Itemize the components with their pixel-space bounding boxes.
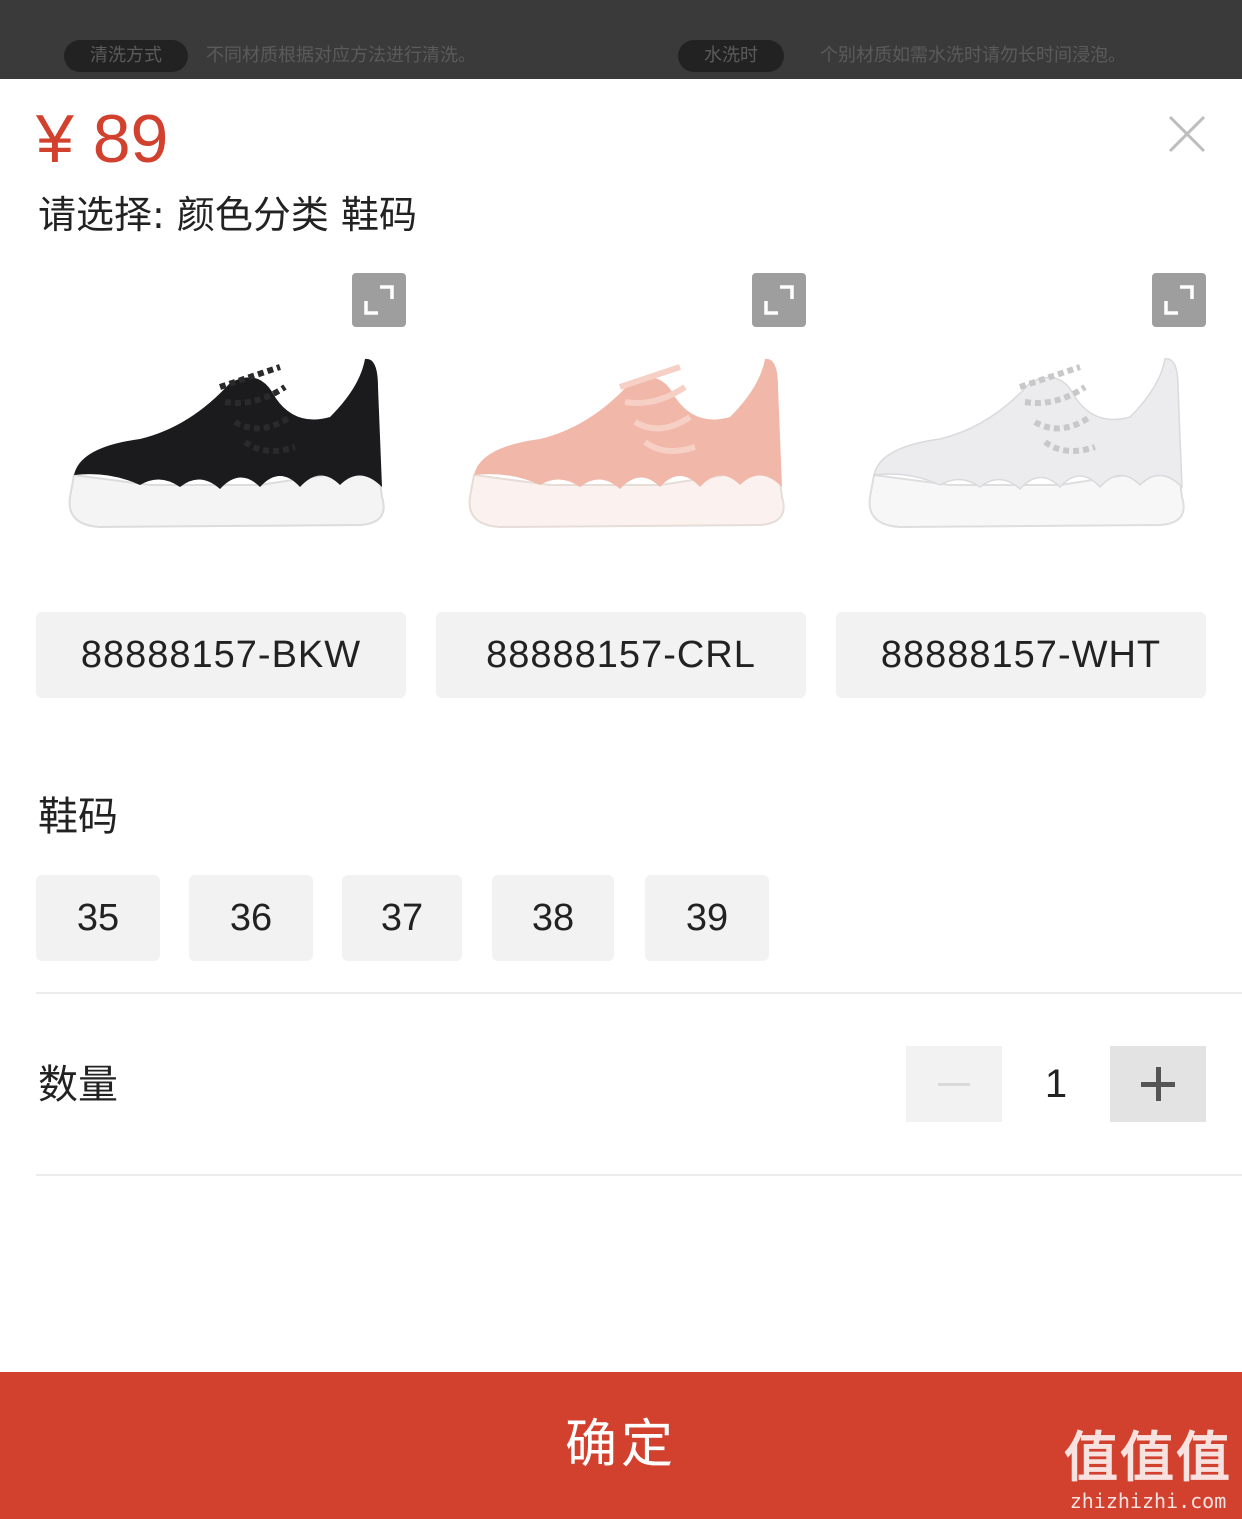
color-option-wht[interactable]: 88888157-WHT — [836, 267, 1206, 698]
divider — [36, 1174, 1242, 1176]
watermark-domain: zhizhizhi.com — [1069, 1489, 1227, 1513]
sku-selector-sheet: ¥ 89 请选择: 颜色分类 鞋码 88888157-BKW 88888157-… — [0, 79, 1242, 1519]
product-thumbnail[interactable] — [36, 267, 406, 567]
size-option-36[interactable]: 36 — [189, 875, 313, 961]
product-thumbnail[interactable] — [436, 267, 806, 567]
color-option-bkw[interactable]: 88888157-BKW — [36, 267, 406, 698]
expand-icon[interactable] — [352, 273, 406, 327]
background-page: 清洗方式 不同材质根据对应方法进行清洗。 水洗时 个别材质如需水洗时请勿长时间浸… — [0, 0, 1242, 80]
size-option-37[interactable]: 37 — [342, 875, 462, 961]
size-section-title: 鞋码 — [38, 794, 118, 840]
color-code-button[interactable]: 88888157-CRL — [436, 612, 806, 698]
confirm-button[interactable]: 确定 — [0, 1372, 1242, 1519]
product-thumbnail[interactable] — [836, 267, 1206, 567]
size-option-39[interactable]: 39 — [645, 875, 769, 961]
quantity-label: 数量 — [38, 1062, 118, 1108]
divider — [36, 992, 1242, 994]
color-option-crl[interactable]: 88888157-CRL — [436, 267, 806, 698]
expand-icon[interactable] — [752, 273, 806, 327]
expand-icon[interactable] — [1152, 273, 1206, 327]
shoe-upper — [873, 358, 1183, 491]
shoe-image — [468, 358, 785, 529]
size-option-38[interactable]: 38 — [492, 875, 614, 961]
bg-text-water-wash: 个别材质如需水洗时请勿长时间浸泡。 — [820, 45, 1126, 66]
quantity-value[interactable]: 1 — [1002, 1046, 1110, 1122]
size-option-35[interactable]: 35 — [36, 875, 160, 961]
watermark: 值值值 zhizhizhi.com — [1064, 1426, 1232, 1514]
price: ¥ 89 — [36, 101, 169, 177]
shoe-image — [868, 358, 1185, 529]
color-code-button[interactable]: 88888157-BKW — [36, 612, 406, 698]
watermark-brand: 值值值 — [1064, 1426, 1232, 1489]
shoe-image — [68, 358, 385, 529]
shoe-upper — [474, 358, 782, 489]
close-icon[interactable] — [1162, 109, 1212, 159]
bg-tag-wash-method: 清洗方式 — [64, 40, 188, 72]
decrement-button[interactable] — [906, 1046, 1002, 1122]
shoe-upper — [74, 358, 382, 489]
bg-text-wash-method: 不同材质根据对应方法进行清洗。 — [206, 45, 476, 66]
bg-tag-water-wash: 水洗时 — [678, 40, 784, 72]
color-code-button[interactable]: 88888157-WHT — [836, 612, 1206, 698]
selection-prompt: 请选择: 颜色分类 鞋码 — [38, 193, 417, 237]
increment-button[interactable] — [1110, 1046, 1206, 1122]
